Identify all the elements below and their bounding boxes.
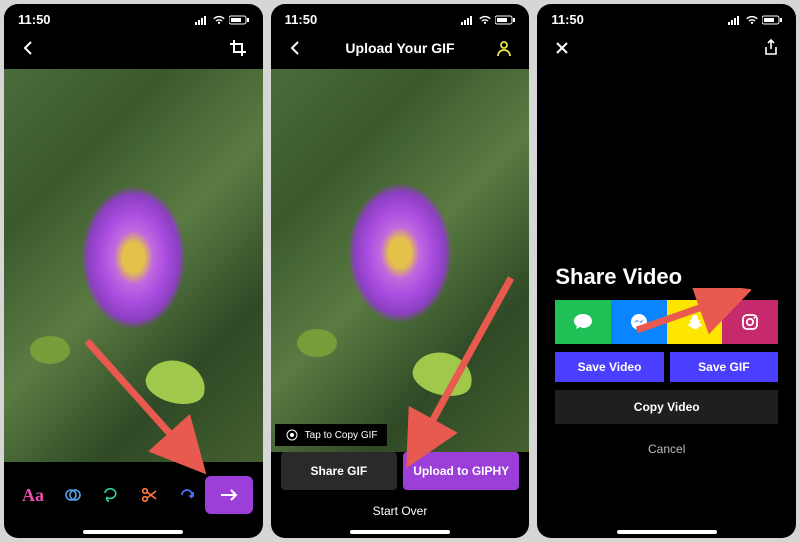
back-button[interactable] bbox=[285, 37, 307, 59]
signal-icon bbox=[728, 15, 742, 25]
messenger-button[interactable] bbox=[611, 300, 667, 344]
wifi-icon bbox=[478, 15, 492, 25]
text-tool[interactable]: Aa bbox=[22, 485, 44, 506]
signal-icon bbox=[195, 15, 209, 25]
home-indicator bbox=[617, 530, 717, 534]
home-indicator bbox=[83, 530, 183, 534]
edit-toolbar: Aa bbox=[4, 462, 263, 524]
upload-giphy-button[interactable]: Upload to GIPHY bbox=[403, 452, 519, 490]
share-icon bbox=[763, 39, 779, 57]
crop-button[interactable] bbox=[227, 37, 249, 59]
scissors-icon bbox=[140, 486, 158, 504]
battery-icon bbox=[229, 15, 249, 25]
snapchat-icon bbox=[686, 313, 704, 331]
wifi-icon bbox=[212, 15, 226, 25]
person-icon bbox=[495, 39, 513, 57]
arrow-right-icon bbox=[219, 488, 239, 502]
home-indicator bbox=[350, 530, 450, 534]
overlap-circles-icon bbox=[64, 486, 82, 504]
trim-tool[interactable] bbox=[140, 486, 158, 504]
save-row: Save Video Save GIF bbox=[537, 350, 796, 386]
status-icons bbox=[728, 15, 782, 25]
start-over-button[interactable]: Start Over bbox=[271, 490, 530, 524]
status-bar: 11:50 bbox=[271, 4, 530, 31]
tap-icon bbox=[285, 428, 299, 442]
lasso-icon bbox=[102, 486, 120, 504]
status-bar: 11:50 bbox=[4, 4, 263, 31]
save-gif-button[interactable]: Save GIF bbox=[670, 352, 778, 382]
chat-bubble-icon bbox=[573, 313, 593, 331]
status-icons bbox=[461, 15, 515, 25]
back-button[interactable] bbox=[18, 37, 40, 59]
signal-icon bbox=[461, 15, 475, 25]
loop-tool[interactable] bbox=[178, 486, 196, 504]
page-title: Upload Your GIF bbox=[345, 40, 454, 56]
clock: 11:50 bbox=[18, 12, 51, 27]
share-gif-button[interactable]: Share GIF bbox=[281, 452, 397, 490]
crop-icon bbox=[230, 40, 246, 56]
next-button[interactable] bbox=[205, 476, 253, 514]
status-bar: 11:50 bbox=[537, 4, 796, 31]
redo-icon bbox=[178, 486, 196, 504]
clock: 11:50 bbox=[285, 12, 318, 27]
filter-tool[interactable] bbox=[64, 486, 82, 504]
share-header: Share Video bbox=[537, 264, 796, 300]
battery-icon bbox=[762, 15, 782, 25]
snapchat-button[interactable] bbox=[667, 300, 723, 344]
editor-screen: 11:50 Aa bbox=[4, 4, 263, 538]
battery-icon bbox=[495, 15, 515, 25]
nav-bar bbox=[4, 31, 263, 69]
close-button[interactable] bbox=[551, 37, 573, 59]
share-screen: 11:50 Share Video Save Video Save GIF Co… bbox=[537, 4, 796, 538]
nav-bar bbox=[537, 31, 796, 69]
profile-button[interactable] bbox=[493, 37, 515, 59]
nav-bar: Upload Your GIF bbox=[271, 31, 530, 69]
tap-hint-label: Tap to Copy GIF bbox=[305, 430, 378, 441]
instagram-icon bbox=[741, 313, 759, 331]
chevron-left-icon bbox=[22, 41, 36, 55]
copy-video-button[interactable]: Copy Video bbox=[555, 390, 778, 424]
upload-screen: 11:50 Upload Your GIF Tap to Copy GIF Sh… bbox=[271, 4, 530, 538]
action-buttons: Share GIF Upload to GIPHY bbox=[271, 452, 530, 490]
share-system-button[interactable] bbox=[760, 37, 782, 59]
social-row bbox=[537, 300, 796, 350]
cancel-button[interactable]: Cancel bbox=[537, 428, 796, 470]
wifi-icon bbox=[745, 15, 759, 25]
imessage-button[interactable] bbox=[555, 300, 611, 344]
tap-to-copy-hint: Tap to Copy GIF bbox=[275, 424, 388, 446]
instagram-button[interactable] bbox=[722, 300, 778, 344]
chevron-left-icon bbox=[289, 41, 303, 55]
save-video-button[interactable]: Save Video bbox=[555, 352, 663, 382]
sticker-tool[interactable] bbox=[102, 486, 120, 504]
preview-image bbox=[4, 69, 263, 462]
clock: 11:50 bbox=[551, 12, 584, 27]
messenger-icon bbox=[629, 312, 649, 332]
status-icons bbox=[195, 15, 249, 25]
close-icon bbox=[555, 41, 569, 55]
preview-image[interactable] bbox=[271, 69, 530, 452]
